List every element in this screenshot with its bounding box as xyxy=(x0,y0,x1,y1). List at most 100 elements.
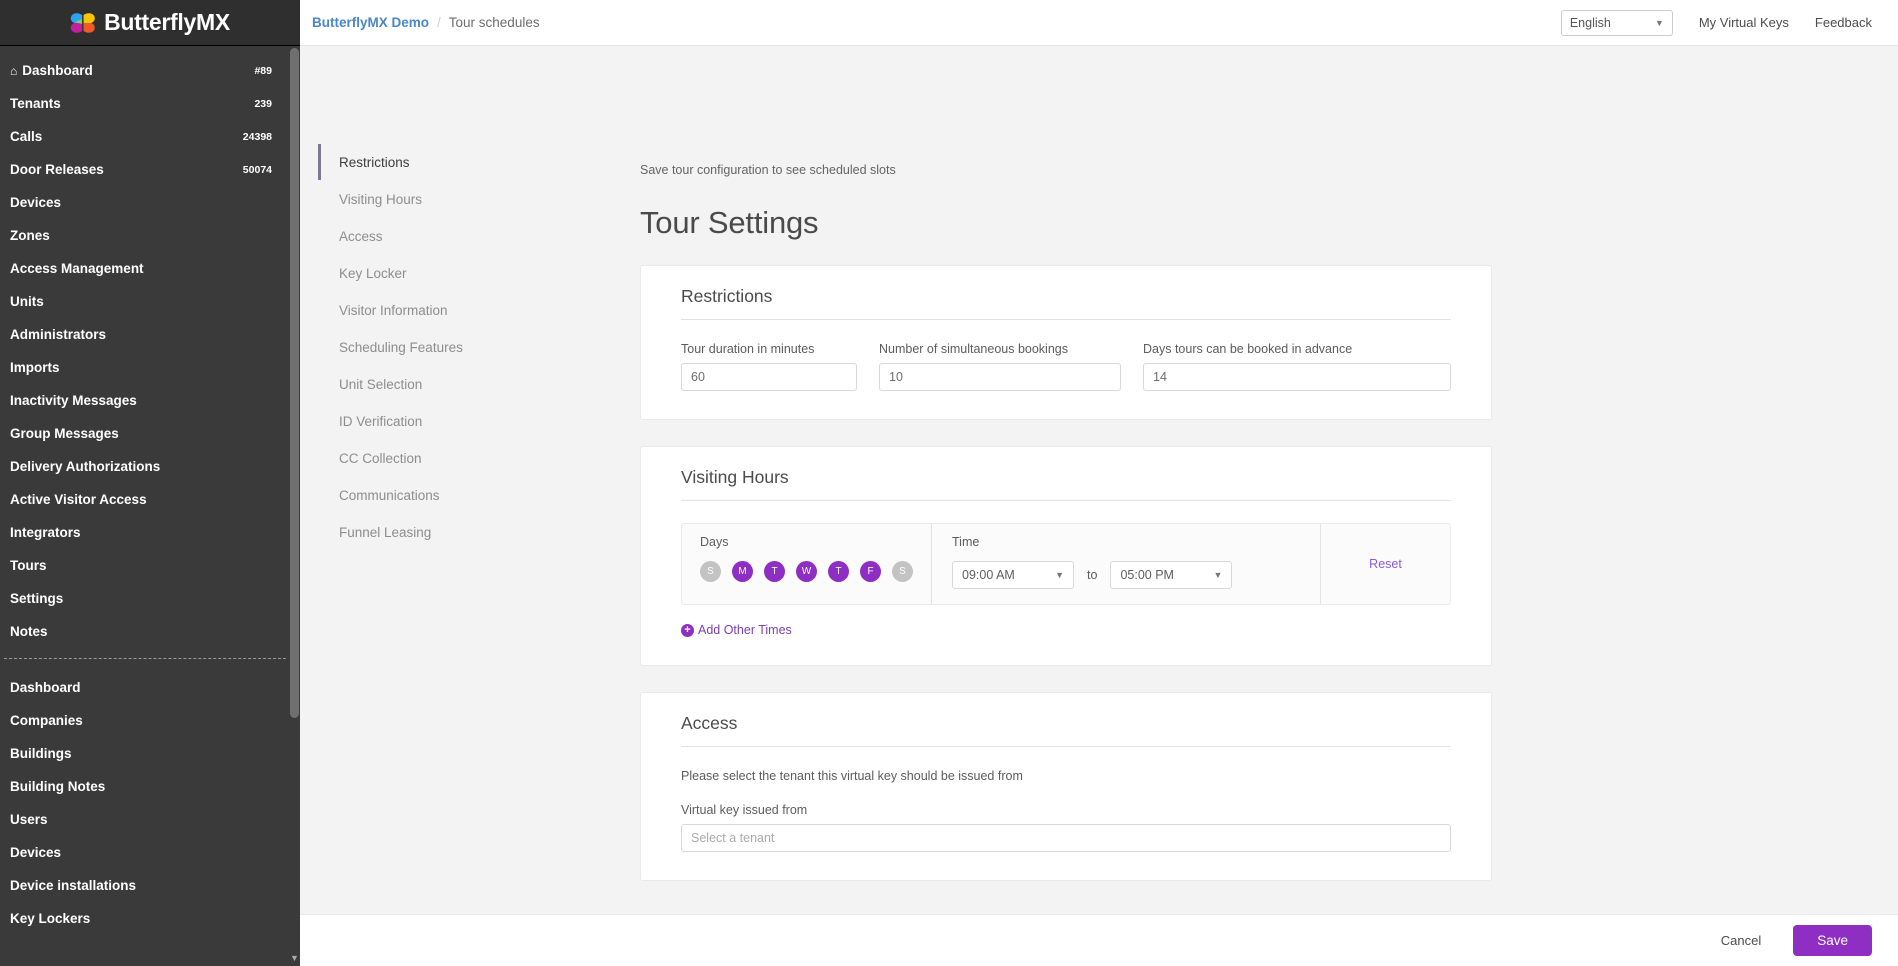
visiting-hours-card: Visiting Hours Days SMTWTFS Time 09:00 A… xyxy=(640,446,1492,666)
visiting-hours-row: Days SMTWTFS Time 09:00 AM ▼ to xyxy=(681,523,1451,605)
content-area: RestrictionsVisiting Hours Access Key Lock… xyxy=(300,46,1898,966)
sidebar-item-zones[interactable]: Zones xyxy=(0,219,290,252)
tab-label: Unit Selection xyxy=(339,377,422,392)
sidebar-item-text: Dashboard xyxy=(10,680,81,695)
sidebar-item-text: Integrators xyxy=(10,525,81,540)
sidebar-item-label: Tours xyxy=(10,558,47,573)
sidebar-secondary-nav: Dashboard Companies Buildings Building Note… xyxy=(0,671,290,935)
sidebar-item-text: Building Notes xyxy=(10,779,105,794)
tab-label: Scheduling Features xyxy=(339,340,463,355)
sidebar-scrollbar-thumb[interactable] xyxy=(290,48,299,718)
advance-booking-days-input[interactable] xyxy=(1143,363,1451,391)
my-virtual-keys-link[interactable]: My Virtual Keys xyxy=(1699,15,1789,30)
tab-id-verification[interactable]: ID Verification xyxy=(318,403,640,439)
sidebar-item-label: ⌂Dashboard xyxy=(10,63,93,78)
tab-label: Visitor Information xyxy=(339,303,448,318)
advance-booking-days-label: Days tours can be booked in advance xyxy=(1143,342,1451,356)
start-time-select[interactable]: 09:00 AM ▼ xyxy=(952,561,1074,589)
sidebar-item-inactivity-messages[interactable]: Inactivity Messages xyxy=(0,384,290,417)
sidebar-item-text: Tours xyxy=(10,558,47,573)
access-card: Access Please select the tenant this vir… xyxy=(640,692,1492,881)
sidebar-item-integrators[interactable]: Integrators xyxy=(0,516,290,549)
language-select[interactable]: English ▼ xyxy=(1561,10,1673,36)
sidebar-item-devices[interactable]: Devices xyxy=(0,836,290,869)
tab-scheduling-features[interactable]: Scheduling Features xyxy=(318,329,640,365)
day-toggle-4[interactable]: T xyxy=(828,561,849,582)
sidebar-item-text: Companies xyxy=(10,713,83,728)
day-toggle-0[interactable]: S xyxy=(700,561,721,582)
tab-communications[interactable]: Communications xyxy=(318,477,640,513)
day-toggle-2[interactable]: T xyxy=(764,561,785,582)
sidebar-logo-bar[interactable]: ButterflyMX xyxy=(0,0,300,46)
tab-unit-selection[interactable]: Unit Selection xyxy=(318,366,640,402)
sidebar-item-label: Imports xyxy=(10,360,60,375)
sidebar-item-dashboard[interactable]: ⌂Dashboard#89 xyxy=(0,54,290,87)
sidebar-item-users[interactable]: Users xyxy=(0,803,290,836)
tab-visiting-hours[interactable]: Visiting Hours xyxy=(318,181,640,217)
sidebar-item-group-messages[interactable]: Group Messages xyxy=(0,417,290,450)
add-other-times-button[interactable]: + Add Other Times xyxy=(681,623,1451,637)
tab-label: CC Collection xyxy=(339,451,422,466)
sidebar-item-text: Imports xyxy=(10,360,60,375)
sidebar-item-text: Settings xyxy=(10,591,63,606)
sidebar-item-access-management[interactable]: Access Management xyxy=(0,252,290,285)
sidebar-item-door-releases[interactable]: Door Releases50074 xyxy=(0,153,290,186)
sidebar-item-active-visitor-access[interactable]: Active Visitor Access xyxy=(0,483,290,516)
tab-restrictions[interactable]: Restrictions xyxy=(318,144,640,180)
sidebar-item-devices[interactable]: Devices xyxy=(0,186,290,219)
sidebar-item-tours[interactable]: Tours xyxy=(0,549,290,582)
tab-key-locker[interactable]: Key Locker xyxy=(318,255,640,291)
brand-logo[interactable]: ButterflyMX xyxy=(70,9,230,36)
sidebar-item-buildings[interactable]: Buildings xyxy=(0,737,290,770)
add-other-times-label: Add Other Times xyxy=(698,623,792,637)
sidebar-item-companies[interactable]: Companies xyxy=(0,704,290,737)
sidebar-item-tenants[interactable]: Tenants239 xyxy=(0,87,290,120)
language-value: English xyxy=(1570,16,1611,30)
scroll-down-arrow-icon[interactable]: ▼ xyxy=(290,952,299,964)
sidebar-item-badge: 24398 xyxy=(243,131,272,143)
sidebar-item-label: Device installations xyxy=(10,878,136,893)
sidebar-item-text: Door Releases xyxy=(10,162,104,177)
tab-funnel-leasing[interactable]: Funnel Leasing xyxy=(318,514,640,550)
feedback-link[interactable]: Feedback xyxy=(1815,15,1872,30)
day-toggle-5[interactable]: F xyxy=(860,561,881,582)
end-time-select[interactable]: 05:00 PM ▼ xyxy=(1110,561,1232,589)
sidebar-item-administrators[interactable]: Administrators xyxy=(0,318,290,351)
sidebar-item-settings[interactable]: Settings xyxy=(0,582,290,615)
sidebar-item-dashboard[interactable]: Dashboard xyxy=(0,671,290,704)
day-toggle-1[interactable]: M xyxy=(732,561,753,582)
access-card-title: Access xyxy=(681,713,1451,747)
day-toggle-6[interactable]: S xyxy=(892,561,913,582)
tour-duration-input[interactable] xyxy=(681,363,857,391)
sidebar-item-delivery-authorizations[interactable]: Delivery Authorizations xyxy=(0,450,290,483)
sidebar-item-building-notes[interactable]: Building Notes xyxy=(0,770,290,803)
sidebar-item-text: Key Lockers xyxy=(10,911,90,926)
save-config-notice: Save tour configuration to see scheduled… xyxy=(640,46,1748,177)
time-range-to-label: to xyxy=(1087,568,1097,582)
sidebar-item-notes[interactable]: Notes xyxy=(0,615,290,648)
sidebar-item-label: Door Releases xyxy=(10,162,104,177)
sidebar-item-key-lockers[interactable]: Key Lockers xyxy=(0,902,290,935)
sidebar-item-calls[interactable]: Calls24398 xyxy=(0,120,290,153)
tab-cc-collection[interactable]: CC Collection xyxy=(318,440,640,476)
sidebar-item-units[interactable]: Units xyxy=(0,285,290,318)
breadcrumb-root-link[interactable]: ButterflyMX Demo xyxy=(312,15,429,30)
reset-hours-link[interactable]: Reset xyxy=(1369,557,1402,571)
sidebar-item-text: Zones xyxy=(10,228,50,243)
tab-access[interactable]: Access xyxy=(318,218,640,254)
save-button[interactable]: Save xyxy=(1793,925,1872,956)
sidebar-item-text: Group Messages xyxy=(10,426,119,441)
home-icon: ⌂ xyxy=(10,65,17,77)
sidebar-primary-nav: ⌂Dashboard#89Tenants239Calls24398Door Re… xyxy=(0,46,290,648)
virtual-key-tenant-label: Virtual key issued from xyxy=(681,803,1451,817)
cancel-button[interactable]: Cancel xyxy=(1711,927,1771,954)
sidebar-item-imports[interactable]: Imports xyxy=(0,351,290,384)
sidebar-item-device-installations[interactable]: Device installations xyxy=(0,869,290,902)
sidebar-item-label: Building Notes xyxy=(10,779,105,794)
virtual-key-tenant-input[interactable] xyxy=(681,824,1451,852)
simultaneous-bookings-label: Number of simultaneous bookings xyxy=(879,342,1121,356)
day-toggle-3[interactable]: W xyxy=(796,561,817,582)
simultaneous-bookings-input[interactable] xyxy=(879,363,1121,391)
tab-visitor-information[interactable]: Visitor Information xyxy=(318,292,640,328)
tab-label: Access xyxy=(339,229,383,244)
